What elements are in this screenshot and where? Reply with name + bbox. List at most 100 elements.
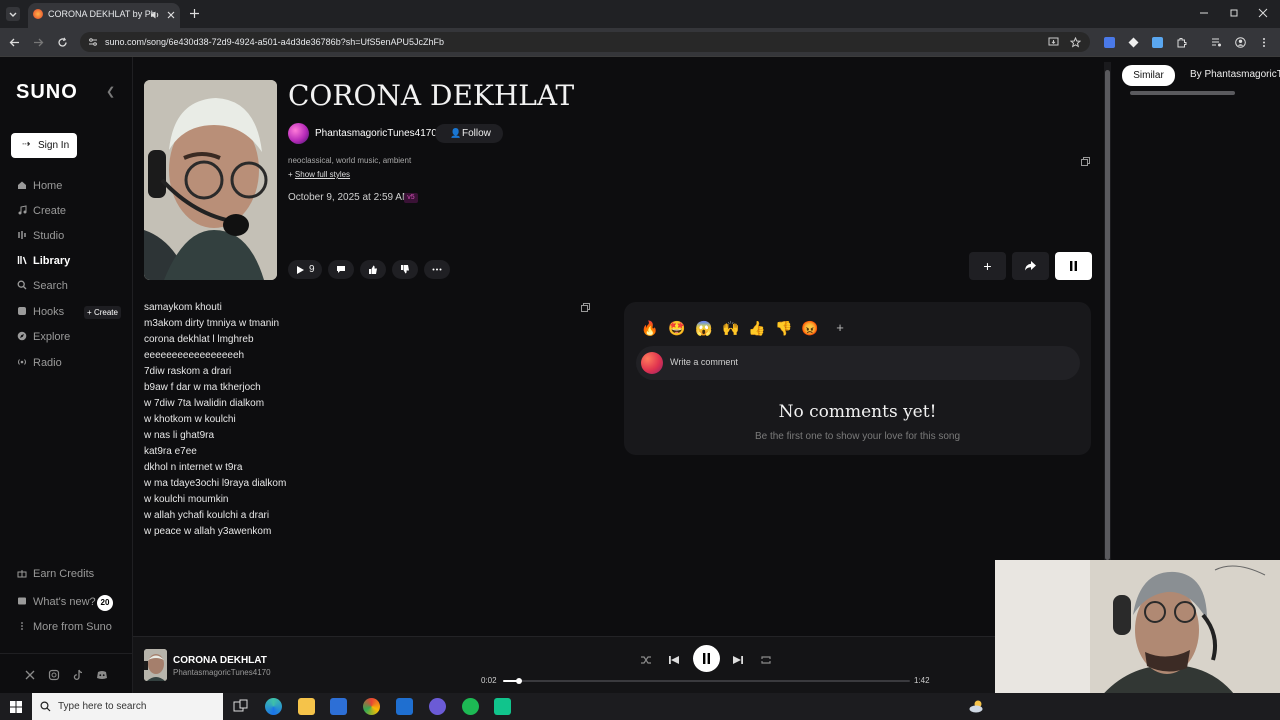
instagram-icon[interactable] bbox=[48, 669, 60, 681]
raised-hands-reaction[interactable]: 🙌 bbox=[722, 319, 740, 337]
translate-extension-icon[interactable] bbox=[1104, 37, 1115, 48]
comment-input[interactable]: Write a comment bbox=[636, 346, 1080, 380]
repeat-icon[interactable] bbox=[759, 653, 773, 667]
messenger-app-icon[interactable] bbox=[429, 698, 446, 715]
suno-logo[interactable]: SUNO bbox=[16, 81, 78, 104]
nav-studio[interactable]: Studio bbox=[17, 229, 127, 247]
discord-icon[interactable] bbox=[96, 669, 108, 681]
nav-search[interactable]: Search bbox=[17, 279, 127, 297]
media-controls-icon[interactable] bbox=[1211, 37, 1222, 48]
comment-button[interactable] bbox=[328, 260, 354, 279]
copy-styles-icon[interactable] bbox=[1081, 157, 1090, 166]
like-button[interactable] bbox=[360, 260, 386, 279]
nav-radio[interactable]: Radio bbox=[17, 356, 127, 374]
next-track-icon[interactable] bbox=[731, 653, 745, 667]
collapse-sidebar-icon[interactable]: ❮ bbox=[106, 85, 115, 98]
player-artist-name[interactable]: PhantasmagoricTunes4170 bbox=[173, 668, 271, 677]
browser-tab[interactable]: CORONA DEKHLAT by PhantasmagoricTunes417… bbox=[28, 3, 180, 28]
dislike-button[interactable] bbox=[392, 260, 418, 279]
lyric-line: m3akom dirty tmniya w tmanin bbox=[144, 318, 280, 329]
thumbs-down-reaction[interactable]: 👎 bbox=[775, 319, 793, 337]
play-icon bbox=[297, 266, 304, 274]
player-pause-button[interactable] bbox=[693, 645, 720, 672]
edge-browser-icon[interactable] bbox=[265, 698, 282, 715]
lyric-line: w allah ychafi koulchi a drari bbox=[144, 510, 270, 521]
comment-icon bbox=[337, 266, 345, 273]
main-scrollbar[interactable] bbox=[1104, 62, 1111, 560]
install-app-icon[interactable] bbox=[1048, 37, 1059, 47]
spotify-icon[interactable] bbox=[462, 698, 479, 715]
horizontal-scrollbar[interactable] bbox=[1130, 91, 1235, 95]
tab-similar[interactable]: Similar bbox=[1122, 65, 1175, 86]
windows-start-icon[interactable] bbox=[10, 701, 22, 713]
previous-track-icon[interactable] bbox=[667, 653, 681, 667]
earn-credits-link[interactable]: Earn Credits bbox=[17, 567, 127, 585]
microsoft-store-icon[interactable] bbox=[330, 698, 347, 715]
hooks-create-button[interactable]: + Create bbox=[84, 306, 121, 319]
sign-in-button[interactable]: ⇢ Sign In bbox=[11, 133, 77, 158]
comments-panel: 🔥 🤩 😱 🙌 👍 👎 😡 + Write a comment No comme… bbox=[624, 302, 1091, 455]
site-info-icon[interactable] bbox=[88, 37, 98, 47]
screenshot-extension-icon[interactable] bbox=[1152, 37, 1163, 48]
star-struck-reaction[interactable]: 🤩 bbox=[668, 319, 686, 337]
progress-track[interactable] bbox=[503, 678, 910, 684]
taskbar-search-box[interactable]: Type here to search bbox=[32, 693, 223, 720]
shuffle-icon[interactable] bbox=[639, 653, 653, 667]
nav-explore[interactable]: Explore bbox=[17, 330, 127, 348]
speaker-icon[interactable] bbox=[150, 10, 160, 20]
scream-reaction[interactable]: 😱 bbox=[695, 319, 713, 337]
thumbs-up-icon bbox=[369, 265, 377, 274]
pause-song-button[interactable] bbox=[1055, 252, 1092, 280]
reload-icon[interactable] bbox=[57, 37, 68, 48]
tab-search-button[interactable] bbox=[6, 7, 20, 21]
song-cover-image[interactable] bbox=[144, 80, 277, 280]
more-options-button[interactable] bbox=[424, 260, 450, 279]
minimize-icon[interactable] bbox=[1199, 8, 1209, 18]
back-arrow-icon[interactable] bbox=[9, 37, 20, 48]
show-full-styles-link[interactable]: + Show full styles bbox=[288, 170, 350, 179]
file-explorer-icon[interactable] bbox=[298, 698, 315, 715]
nav-library[interactable]: Library bbox=[17, 254, 127, 272]
nav-create[interactable]: Create bbox=[17, 204, 127, 222]
kebab-menu-icon[interactable] bbox=[1261, 37, 1267, 48]
lyric-line: corona dekhlat l lmghreb bbox=[144, 334, 254, 345]
extension-diamond-icon[interactable] bbox=[1128, 37, 1139, 48]
artist-avatar[interactable] bbox=[288, 123, 309, 144]
more-from-suno-link[interactable]: More from Suno bbox=[17, 620, 127, 638]
add-to-playlist-button[interactable]: + bbox=[969, 252, 1006, 280]
copy-lyrics-icon[interactable] bbox=[581, 303, 590, 312]
x-icon[interactable] bbox=[24, 669, 36, 681]
bookmark-star-icon[interactable] bbox=[1070, 37, 1081, 48]
pause-icon bbox=[703, 653, 710, 664]
tiktok-icon[interactable] bbox=[72, 669, 84, 681]
close-window-icon[interactable] bbox=[1258, 8, 1268, 18]
thumbs-up-reaction[interactable]: 👍 bbox=[748, 319, 766, 337]
player-cover-image[interactable] bbox=[144, 649, 167, 681]
weather-icon[interactable] bbox=[968, 698, 985, 715]
search-icon bbox=[17, 280, 27, 290]
fire-reaction[interactable]: 🔥 bbox=[641, 319, 659, 337]
scrollbar-thumb[interactable] bbox=[1105, 70, 1110, 560]
artist-name-link[interactable]: PhantasmagoricTunes4170 bbox=[315, 128, 437, 139]
close-tab-icon[interactable] bbox=[166, 10, 176, 20]
follow-button[interactable]: 👤 Follow bbox=[435, 124, 503, 143]
more-reactions-plus-icon[interactable]: + bbox=[831, 319, 849, 337]
address-bar[interactable]: suno.com/song/6e430d38-72d9-4924-a501-a4… bbox=[80, 32, 1090, 52]
forward-arrow-icon[interactable] bbox=[33, 37, 44, 48]
play-count-button[interactable]: 9 bbox=[288, 260, 322, 279]
nav-home[interactable]: Home bbox=[17, 179, 127, 197]
new-tab-icon[interactable] bbox=[189, 8, 200, 19]
player-song-title[interactable]: CORONA DEKHLAT bbox=[173, 655, 267, 666]
mail-app-icon[interactable] bbox=[396, 698, 413, 715]
task-view-icon[interactable] bbox=[232, 698, 249, 715]
profile-icon[interactable] bbox=[1235, 37, 1246, 48]
share-button[interactable] bbox=[1012, 252, 1049, 280]
angry-reaction[interactable]: 😡 bbox=[801, 319, 819, 337]
restore-icon[interactable] bbox=[1229, 8, 1239, 18]
greenshot-app-icon[interactable] bbox=[494, 698, 511, 715]
user-plus-icon: 👤 bbox=[450, 128, 462, 138]
progress-handle[interactable] bbox=[516, 678, 523, 684]
chrome-icon[interactable] bbox=[363, 698, 380, 715]
extensions-puzzle-icon[interactable] bbox=[1176, 37, 1187, 48]
tab-by-artist[interactable]: By PhantasmagoricTunes4170 bbox=[1190, 69, 1280, 80]
